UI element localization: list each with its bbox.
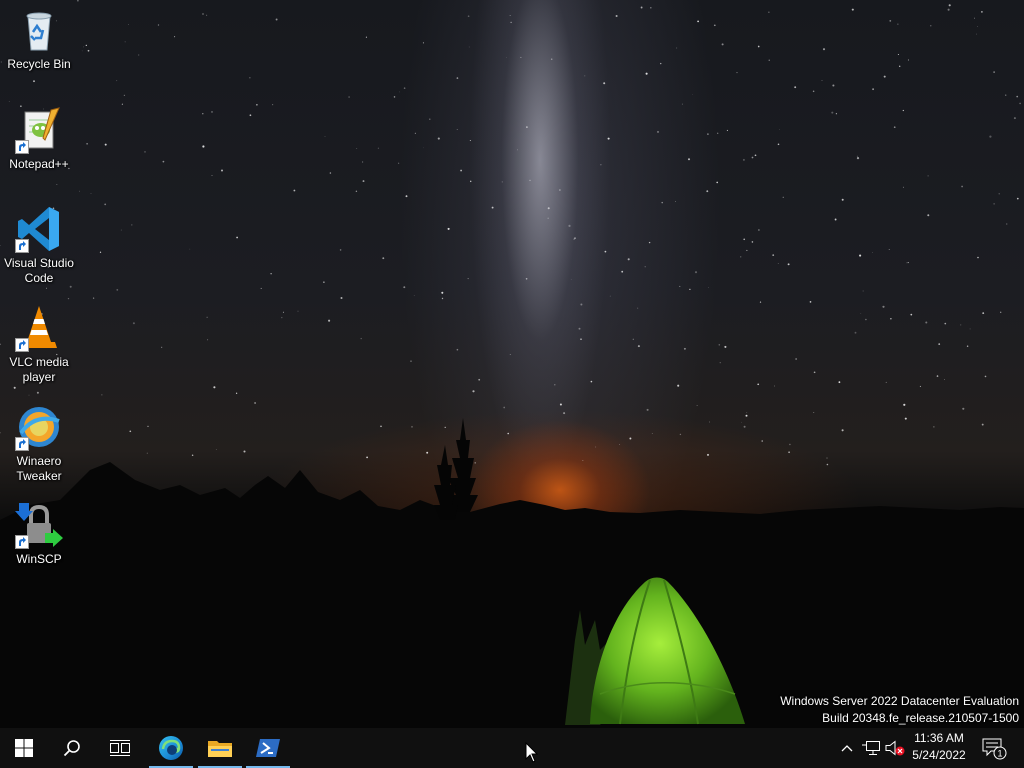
vlc-icon <box>15 304 63 352</box>
notification-icon: 1 <box>982 738 1007 760</box>
desktop-icon-vscode[interactable]: Visual Studio Code <box>0 205 78 286</box>
windows-start-icon <box>15 739 33 757</box>
desktop-icon-label: VLC media player <box>9 355 69 384</box>
desktop-icon-vlc[interactable]: VLC media player <box>0 304 78 385</box>
desktop[interactable]: Recycle Bin Notepad++ Visual Studio Code… <box>0 0 1024 728</box>
vscode-icon <box>15 205 63 253</box>
file-explorer-icon <box>208 741 232 757</box>
mouse-cursor-icon <box>525 742 539 763</box>
shortcut-arrow-icon <box>15 338 29 352</box>
desktop-icon-label: Recycle Bin <box>7 57 71 71</box>
chevron-up-icon <box>841 745 853 752</box>
desktop-icon-label: Notepad++ <box>9 157 69 171</box>
tray-volume-button[interactable] <box>884 728 906 768</box>
tray-network-button[interactable] <box>860 728 882 768</box>
notification-count: 1 <box>997 749 1002 759</box>
shortcut-arrow-icon <box>15 140 29 154</box>
desktop-icon-winaero-tweaker[interactable]: Winaero Tweaker <box>0 403 78 484</box>
desktop-icon-label: Winaero Tweaker <box>16 454 62 483</box>
desktop-icon-label: Visual Studio Code <box>4 256 74 285</box>
taskbar-file-explorer-button[interactable] <box>196 728 244 768</box>
clock-date: 5/24/2022 <box>912 748 966 762</box>
wallpaper-landscape <box>0 418 1024 728</box>
start-button[interactable] <box>0 728 48 768</box>
desktop-icon-winscp[interactable]: WinSCP <box>0 501 78 567</box>
notepad-plus-plus-icon <box>15 106 63 154</box>
edge-icon <box>159 736 183 760</box>
winaero-tweaker-icon <box>15 403 63 451</box>
shortcut-arrow-icon <box>15 239 29 253</box>
desktop-icon-label: WinSCP <box>16 552 62 566</box>
windows-watermark: Windows Server 2022 Datacenter Evaluatio… <box>780 693 1019 727</box>
winscp-icon <box>15 501 63 549</box>
task-view-icon <box>110 740 130 756</box>
shortcut-arrow-icon <box>15 437 29 451</box>
search-icon <box>63 740 80 757</box>
search-button[interactable] <box>48 728 96 768</box>
network-icon <box>862 741 880 755</box>
taskbar-edge-button[interactable] <box>147 728 195 768</box>
action-center-button[interactable]: 1 <box>978 728 1010 768</box>
desktop-icon-notepad-plus-plus[interactable]: Notepad++ <box>0 106 78 172</box>
taskbar-clock[interactable]: 11:36 AM 5/24/2022 <box>906 730 972 766</box>
tray-chevron-button[interactable] <box>837 728 857 768</box>
tent <box>590 577 745 725</box>
clock-time: 11:36 AM <box>914 731 964 745</box>
task-view-button[interactable] <box>96 728 144 768</box>
recycle-bin-icon <box>15 6 63 54</box>
desktop-icon-recycle-bin[interactable]: Recycle Bin <box>0 6 78 72</box>
taskbar-powershell-button[interactable] <box>244 728 292 768</box>
shortcut-arrow-icon <box>15 535 29 549</box>
powershell-icon <box>256 739 280 757</box>
watermark-build: Build 20348.fe_release.210507-1500 <box>822 711 1019 725</box>
volume-muted-icon <box>885 740 905 756</box>
watermark-edition: Windows Server 2022 Datacenter Evaluatio… <box>780 694 1019 708</box>
taskbar: 11:36 AM 5/24/2022 1 <box>0 728 1024 768</box>
